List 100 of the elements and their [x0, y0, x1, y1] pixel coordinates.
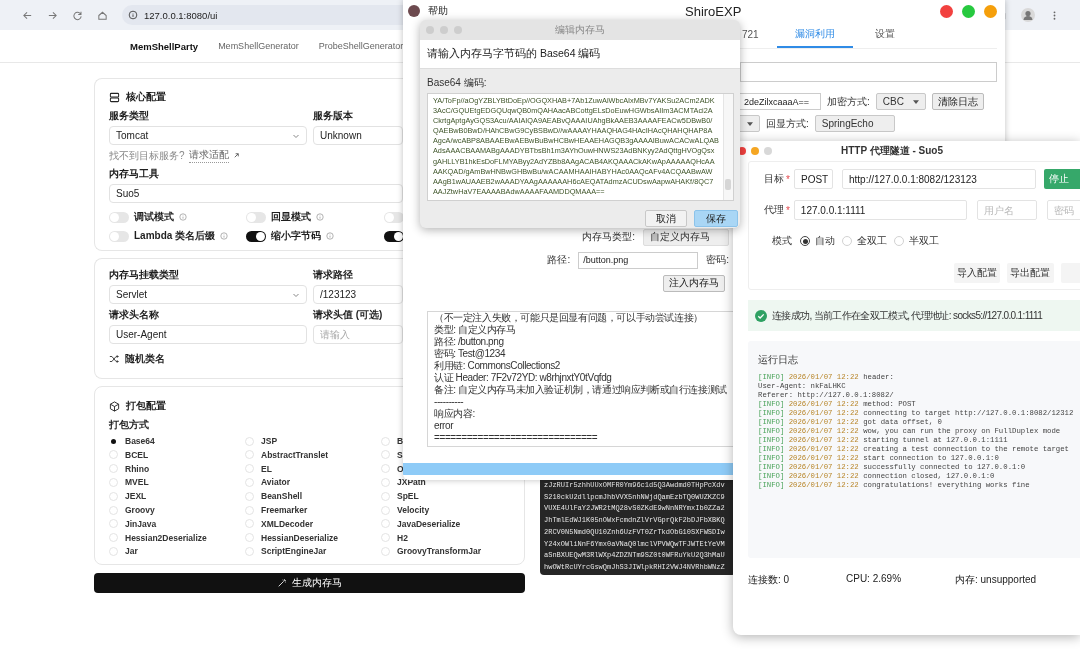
radio-label[interactable]: Velocity	[397, 505, 430, 515]
dropdown[interactable]: SpringEcho	[814, 115, 895, 132]
brand-link[interactable]: MemShellParty	[130, 40, 199, 52]
radio-label[interactable]: Jar	[125, 546, 138, 557]
output-line: ==============================	[434, 432, 599, 444]
tab[interactable]: 漏洞利用	[776, 22, 853, 48]
back-icon[interactable]	[22, 9, 33, 21]
radio-label[interactable]: Rhino	[125, 463, 150, 474]
wand-icon	[277, 578, 287, 589]
output-line: 路径: /button.png	[434, 336, 505, 348]
request-link[interactable]: 请求适配	[188, 148, 229, 163]
toggle-switch[interactable]	[246, 230, 266, 242]
toggle-switch[interactable]	[246, 211, 266, 223]
input-field[interactable]: 2deZilxcaaaA==	[739, 93, 821, 110]
toggle-label: 回显模式	[271, 210, 311, 224]
radio-label[interactable]: 半双工	[909, 234, 939, 248]
username-field[interactable]: 用户名	[977, 200, 1037, 220]
select-field[interactable]: Suo5	[109, 184, 403, 203]
field-label: 打包方式	[109, 418, 149, 432]
radio-label[interactable]: EL	[261, 463, 272, 474]
output-line: ----------	[434, 396, 465, 408]
select-field[interactable]: Unknown	[313, 126, 403, 145]
info-icon[interactable]	[326, 232, 334, 240]
radio-label[interactable]: JSP	[261, 436, 278, 447]
radio-label[interactable]: Hessian2Deserialize	[125, 532, 207, 543]
radio-label[interactable]: BCEL	[125, 449, 149, 460]
text-area[interactable]	[427, 93, 734, 201]
radio-label[interactable]: B	[397, 436, 404, 447]
menu-item[interactable]: 帮助	[428, 4, 448, 18]
option-label[interactable]: 随机类名	[125, 352, 165, 366]
avatar	[408, 5, 420, 17]
config-button[interactable]: 导入配置	[954, 263, 1001, 283]
inject-button[interactable]: 注入内存马	[663, 274, 725, 292]
select-field[interactable]: Servlet	[109, 285, 307, 304]
radio-label[interactable]: 全双工	[857, 234, 887, 248]
info-icon[interactable]	[220, 232, 229, 240]
output-line: 密码: Test@1234	[434, 348, 507, 360]
password-field[interactable]: 密码	[1047, 200, 1080, 220]
radio-label[interactable]: Freemarker	[261, 505, 308, 515]
info-icon[interactable]	[128, 10, 138, 20]
radio-label[interactable]: Aviator	[261, 477, 290, 488]
radio-label[interactable]: Groovy	[125, 505, 155, 515]
window-title: 编辑内存马	[555, 23, 605, 37]
info-icon[interactable]	[316, 213, 324, 221]
dropdown[interactable]: CBC	[875, 93, 926, 110]
select-field[interactable]: Tomcat	[109, 126, 307, 145]
radio-label[interactable]: JavaDeserialize	[397, 518, 461, 529]
avatar[interactable]	[1021, 8, 1035, 22]
field-label: 内存马类型:	[582, 230, 635, 244]
input-field[interactable]: /123123	[313, 285, 403, 304]
input-field[interactable]: /button.png	[578, 251, 699, 269]
input-field[interactable]: 请输入	[313, 325, 403, 344]
radio-label[interactable]: XMLDecoder	[261, 518, 313, 529]
radio-label[interactable]: H2	[397, 532, 408, 543]
tab[interactable]: 721	[740, 22, 772, 48]
toggle-switch[interactable]	[109, 211, 129, 223]
nav-link[interactable]: ProbeShellGenerator	[318, 41, 404, 51]
input-field[interactable]: User-Agent	[109, 325, 307, 344]
radio-label[interactable]: BeanShell	[261, 491, 303, 502]
reload-icon[interactable]	[72, 9, 83, 21]
home-icon[interactable]	[97, 9, 108, 21]
input-field[interactable]	[740, 62, 997, 82]
nav-link[interactable]: MemShellGenerator	[218, 41, 299, 51]
minimize-button[interactable]	[984, 4, 997, 18]
radio-label[interactable]: 自动	[815, 234, 835, 248]
scrollbar[interactable]	[723, 94, 733, 200]
clear-log-button[interactable]: 清除日志	[931, 93, 984, 110]
close-button[interactable]	[940, 4, 953, 18]
config-button[interactable]: 导出配置	[1007, 263, 1054, 283]
forward-icon[interactable]	[47, 9, 58, 21]
radio-label[interactable]: AbstractTranslet	[261, 449, 329, 460]
radio-label[interactable]: ScriptEngineJar	[261, 546, 327, 557]
toggle-label: 调试模式	[134, 210, 174, 224]
maximize-button[interactable]	[764, 147, 772, 155]
close-button[interactable]	[738, 147, 746, 155]
cancel-button[interactable]: 取消	[645, 210, 687, 227]
toggle-switch[interactable]	[384, 211, 404, 223]
radio-label[interactable]: JinJava	[125, 518, 157, 529]
maximize-button[interactable]	[962, 4, 975, 18]
shuffle-icon[interactable]	[109, 354, 119, 364]
proxy-field[interactable]: 127.0.0.1:1111	[793, 200, 967, 220]
generate-button[interactable]: 生成内存马	[94, 573, 525, 594]
radio-label[interactable]: SpEL	[397, 491, 419, 502]
method-field[interactable]: POST	[794, 169, 833, 189]
dropdown[interactable]: 自定义内存马	[643, 228, 729, 246]
toggle-switch[interactable]	[109, 230, 129, 242]
radio-label[interactable]: JEXL	[125, 491, 147, 502]
radio-label[interactable]: S	[397, 449, 403, 460]
radio-label[interactable]: GroovyTransformJar	[397, 546, 482, 557]
minimize-button[interactable]	[751, 147, 759, 155]
external-link-icon	[232, 152, 240, 159]
radio-label[interactable]: MVEL	[125, 477, 149, 488]
url-field[interactable]: http://127.0.0.1:8082/123123	[842, 169, 1036, 189]
radio-label[interactable]: O	[397, 463, 404, 474]
info-icon[interactable]	[179, 213, 187, 221]
radio-label[interactable]: HessianDeserialize	[261, 532, 339, 543]
toggle-switch[interactable]	[384, 230, 404, 242]
save-button[interactable]: 保存	[694, 210, 738, 227]
tab[interactable]: 设置	[872, 22, 908, 48]
radio-label[interactable]: Base64	[125, 436, 155, 447]
